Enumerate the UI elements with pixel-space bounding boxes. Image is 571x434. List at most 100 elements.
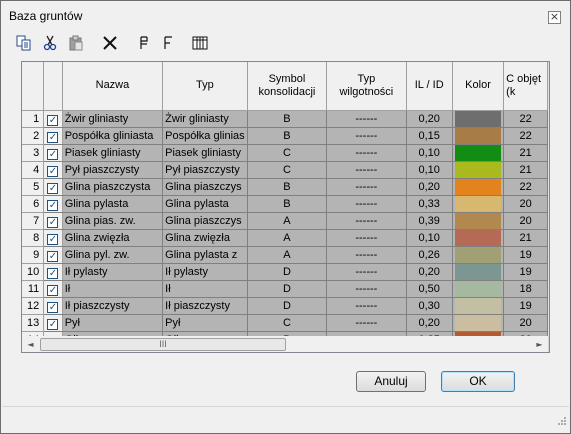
cell-il-id[interactable]: 0,50 xyxy=(406,280,453,298)
cell-il-id[interactable]: 0,33 xyxy=(406,195,453,213)
row-number[interactable]: 2 xyxy=(22,127,45,145)
resize-grip-icon[interactable] xyxy=(556,415,566,425)
color-swatch[interactable] xyxy=(454,280,502,296)
cell-nazwa[interactable]: Piasek gliniasty xyxy=(62,144,164,162)
cell-symbol[interactable]: A xyxy=(247,246,328,264)
header-rownum[interactable] xyxy=(22,62,45,111)
cell-il-id[interactable]: 0,39 xyxy=(406,212,453,230)
cell-kolor[interactable] xyxy=(452,127,505,145)
checkbox-checked[interactable]: ✓ xyxy=(47,114,59,126)
cell-il-id[interactable]: 0,20 xyxy=(406,110,453,128)
table-row[interactable]: 8 ✓ Glina zwięzła Glina zwięzła A ------ 0,10 2… xyxy=(22,229,548,247)
cell-typ[interactable]: Pył xyxy=(162,314,248,332)
cell-c[interactable]: 22 xyxy=(503,178,548,196)
row-number[interactable]: 10 xyxy=(22,263,45,281)
cell-c[interactable]: 19 xyxy=(503,246,548,264)
cell-typ[interactable]: Ił piaszczysty xyxy=(162,297,248,315)
cell-symbol[interactable]: B xyxy=(247,178,328,196)
cell-nazwa[interactable]: Glina pias. zw. xyxy=(62,212,164,230)
row-checkbox[interactable]: ✓ xyxy=(43,263,63,281)
cell-il-id[interactable]: 0,15 xyxy=(406,127,453,145)
cell-nazwa[interactable]: Pył piaszczysty xyxy=(62,161,164,179)
columns-button[interactable] xyxy=(190,33,210,53)
cell-symbol[interactable]: B xyxy=(247,110,328,128)
cell-c[interactable]: 22 xyxy=(503,110,548,128)
color-swatch[interactable] xyxy=(454,297,502,313)
checkbox-checked[interactable]: ✓ xyxy=(47,182,59,194)
cell-wilgotnosc[interactable]: ------ xyxy=(326,263,407,281)
cell-nazwa[interactable]: Ił pylasty xyxy=(62,263,164,281)
cell-wilgotnosc[interactable]: ------ xyxy=(326,127,407,145)
vertical-scrollbar[interactable]: ▲ ≡ ▼ xyxy=(548,62,550,336)
cell-nazwa[interactable]: Glina piaszczysta xyxy=(62,178,164,196)
row-checkbox[interactable]: ✓ xyxy=(43,195,63,213)
row-checkbox[interactable]: ✓ xyxy=(43,110,63,128)
table-row[interactable]: 12 ✓ Ił piaszczysty Ił piaszczysty D ------ 0,… xyxy=(22,297,548,315)
cell-kolor[interactable] xyxy=(452,161,505,179)
cell-kolor[interactable] xyxy=(452,212,505,230)
copy-button[interactable] xyxy=(14,33,34,53)
row-number[interactable]: 5 xyxy=(22,178,45,196)
cell-typ[interactable]: Ił pylasty xyxy=(162,263,248,281)
cell-nazwa[interactable]: Glina pyl. zw. xyxy=(62,246,164,264)
row-number[interactable]: 8 xyxy=(22,229,45,247)
cell-il-id[interactable]: 0,30 xyxy=(406,297,453,315)
cell-c[interactable]: 21 xyxy=(503,229,548,247)
row-number[interactable]: 4 xyxy=(22,161,45,179)
header-wilgotnosc[interactable]: Typ wilgotności xyxy=(326,62,407,111)
color-swatch[interactable] xyxy=(454,195,502,211)
checkbox-checked[interactable]: ✓ xyxy=(47,216,59,228)
cell-il-id[interactable]: 0,20 xyxy=(406,178,453,196)
row-checkbox[interactable]: ✓ xyxy=(43,314,63,332)
row-checkbox[interactable]: ✓ xyxy=(43,246,63,264)
cell-kolor[interactable] xyxy=(452,144,505,162)
cell-c[interactable]: 20 xyxy=(503,195,548,213)
color-swatch[interactable] xyxy=(454,246,502,262)
close-button[interactable]: × xyxy=(548,11,561,24)
cell-nazwa[interactable]: Glina zwięzła xyxy=(62,229,164,247)
cell-kolor[interactable] xyxy=(452,246,505,264)
horizontal-scrollbar[interactable]: ◄ III ► xyxy=(22,336,548,352)
color-swatch[interactable] xyxy=(454,127,502,143)
cell-il-id[interactable]: 0,20 xyxy=(406,314,453,332)
color-swatch[interactable] xyxy=(454,212,502,228)
row-checkbox[interactable]: ✓ xyxy=(43,144,63,162)
header-nazwa[interactable]: Nazwa xyxy=(62,62,164,111)
cell-wilgotnosc[interactable]: ------ xyxy=(326,178,407,196)
color-swatch[interactable] xyxy=(454,263,502,279)
cell-kolor[interactable] xyxy=(452,110,505,128)
cell-symbol[interactable]: D xyxy=(247,297,328,315)
cell-symbol[interactable]: D xyxy=(247,280,328,298)
checkbox-checked[interactable]: ✓ xyxy=(47,250,59,262)
checkbox-checked[interactable]: ✓ xyxy=(47,233,59,245)
cell-symbol[interactable]: C xyxy=(247,314,328,332)
cell-wilgotnosc[interactable]: ------ xyxy=(326,297,407,315)
checkbox-checked[interactable]: ✓ xyxy=(47,131,59,143)
cell-c[interactable]: 21 xyxy=(503,144,548,162)
cell-symbol[interactable]: D xyxy=(247,263,328,281)
row-checkbox[interactable]: ✓ xyxy=(43,229,63,247)
cell-symbol[interactable]: C xyxy=(247,144,328,162)
row-number[interactable]: 1 xyxy=(22,110,45,128)
cell-wilgotnosc[interactable]: ------ xyxy=(326,212,407,230)
cell-wilgotnosc[interactable]: ------ xyxy=(326,144,407,162)
checkbox-checked[interactable]: ✓ xyxy=(47,148,59,160)
scroll-up-button[interactable]: ▲ xyxy=(549,62,550,79)
cell-typ[interactable]: Ił xyxy=(162,280,248,298)
cell-wilgotnosc[interactable]: ------ xyxy=(326,161,407,179)
color-swatch[interactable] xyxy=(454,229,502,245)
cell-kolor[interactable] xyxy=(452,263,505,281)
row-checkbox[interactable]: ✓ xyxy=(43,212,63,230)
header-kolor[interactable]: Kolor xyxy=(452,62,505,111)
cell-wilgotnosc[interactable]: ------ xyxy=(326,314,407,332)
table-row[interactable]: 9 ✓ Glina pyl. zw. Glina pylasta z A ------ 0,… xyxy=(22,246,548,264)
cell-typ[interactable]: Pył piaszczysty xyxy=(162,161,248,179)
paste-button[interactable] xyxy=(66,33,86,53)
filter-p-button[interactable] xyxy=(134,33,154,53)
cell-nazwa[interactable]: Ił xyxy=(62,280,164,298)
cell-symbol[interactable]: A xyxy=(247,229,328,247)
header-typ[interactable]: Typ xyxy=(162,62,248,111)
checkbox-checked[interactable]: ✓ xyxy=(47,318,59,330)
cell-symbol[interactable]: A xyxy=(247,212,328,230)
cell-kolor[interactable] xyxy=(452,280,505,298)
